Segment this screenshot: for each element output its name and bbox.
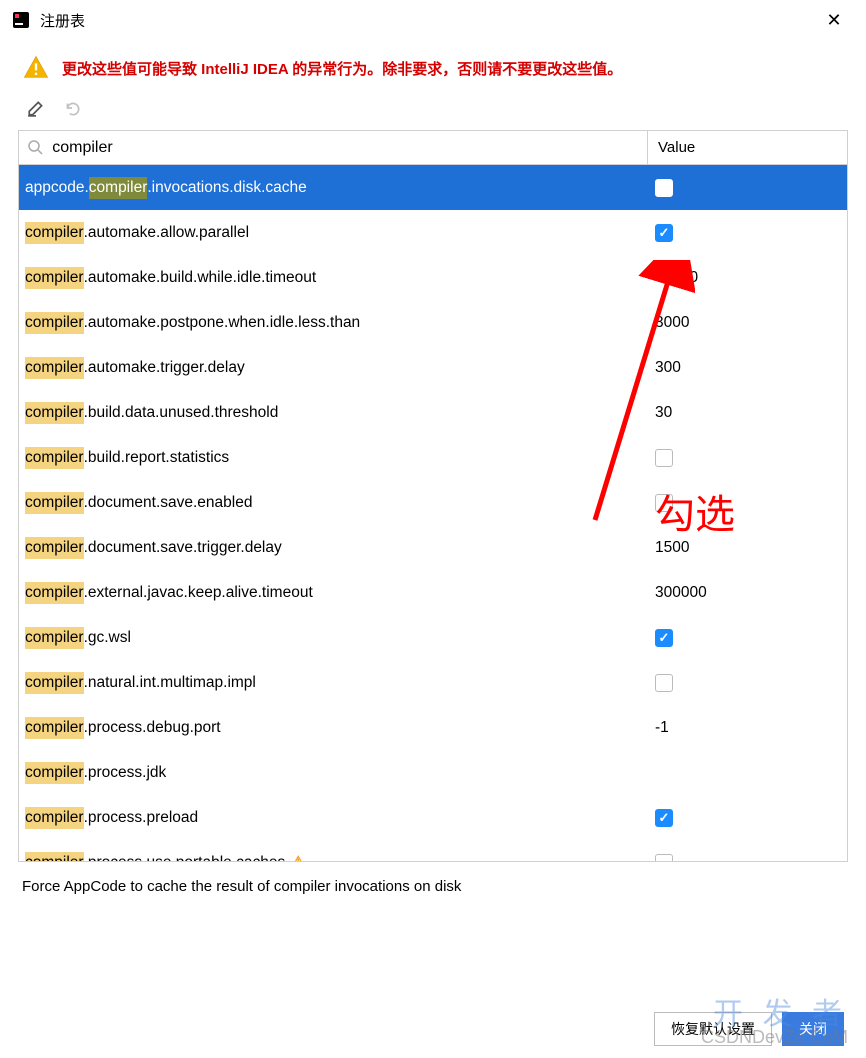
close-button[interactable]: 关闭: [782, 1012, 844, 1046]
key-cell: compiler.build.report.statistics: [25, 447, 651, 469]
match-highlight: compiler: [25, 717, 84, 739]
match-highlight: compiler: [25, 222, 84, 244]
table-row[interactable]: compiler.process.jdk: [19, 750, 847, 795]
checkbox[interactable]: [655, 179, 673, 197]
titlebar: 注册表 ✕: [0, 0, 866, 40]
key-cell: compiler.build.data.unused.threshold: [25, 402, 651, 424]
value-cell[interactable]: -1: [651, 719, 841, 737]
table-row[interactable]: compiler.automake.allow.parallel: [19, 210, 847, 255]
table-row[interactable]: compiler.gc.wsl: [19, 615, 847, 660]
match-highlight: compiler: [25, 402, 84, 424]
key-cell: compiler.process.debug.port: [25, 717, 651, 739]
warning-icon: [22, 54, 50, 82]
table-row[interactable]: compiler.natural.int.multimap.impl: [19, 660, 847, 705]
key-cell: compiler.document.save.trigger.delay: [25, 537, 651, 559]
window-close-button[interactable]: ✕: [814, 5, 854, 35]
table-header: Value: [19, 131, 847, 165]
key-cell: compiler.external.javac.keep.alive.timeo…: [25, 582, 651, 604]
match-highlight: compiler: [25, 357, 84, 379]
key-cell: compiler.gc.wsl: [25, 627, 651, 649]
warning-marker-icon: ⚠: [291, 853, 305, 861]
value-cell[interactable]: [651, 674, 841, 692]
key-cell: appcode.compiler.invocations.disk.cache: [25, 177, 651, 199]
match-highlight: compiler: [25, 312, 84, 334]
checkbox[interactable]: [655, 674, 673, 692]
table-row[interactable]: compiler.build.report.statistics: [19, 435, 847, 480]
table-body[interactable]: appcode.compiler.invocations.disk.cachec…: [19, 165, 847, 861]
undo-button: [60, 96, 84, 120]
table-row[interactable]: compiler.build.data.unused.threshold30: [19, 390, 847, 435]
footer: 恢复默认设置 关闭: [654, 1012, 844, 1046]
table-row[interactable]: compiler.process.use.portable.caches⚠: [19, 840, 847, 861]
toolbar: [0, 92, 866, 130]
checkbox[interactable]: [655, 629, 673, 647]
key-cell: compiler.automake.allow.parallel: [25, 222, 651, 244]
key-cell: compiler.process.use.portable.caches⚠: [25, 852, 651, 862]
match-highlight: compiler: [25, 807, 84, 829]
value-cell[interactable]: [651, 224, 841, 242]
key-cell: compiler.automake.build.while.idle.timeo…: [25, 267, 651, 289]
key-cell: compiler.process.jdk: [25, 762, 651, 784]
match-highlight: compiler: [25, 582, 84, 604]
restore-defaults-button[interactable]: 恢复默认设置: [654, 1012, 772, 1046]
value-cell[interactable]: [651, 179, 841, 197]
match-highlight: compiler: [25, 492, 84, 514]
checkbox[interactable]: [655, 809, 673, 827]
key-cell: compiler.automake.postpone.when.idle.les…: [25, 312, 651, 334]
table-row[interactable]: compiler.automake.trigger.delay300: [19, 345, 847, 390]
checkbox[interactable]: [655, 224, 673, 242]
registry-table: Value appcode.compiler.invocations.disk.…: [18, 130, 848, 862]
search-cell: [19, 131, 647, 164]
match-highlight: compiler: [25, 267, 84, 289]
value-cell[interactable]: 300: [651, 359, 841, 377]
value-cell[interactable]: [651, 854, 841, 862]
checkbox[interactable]: [655, 449, 673, 467]
close-icon: ✕: [826, 10, 841, 31]
warning-text: 更改这些值可能导致 IntelliJ IDEA 的异常行为。除非要求，否则请不要…: [62, 58, 622, 79]
value-cell[interactable]: 1500: [651, 539, 841, 557]
table-row[interactable]: compiler.document.save.enabled: [19, 480, 847, 525]
description-text: Force AppCode to cache the result of com…: [0, 862, 866, 911]
value-cell[interactable]: [651, 629, 841, 647]
match-highlight: compiler: [25, 537, 84, 559]
table-row[interactable]: compiler.automake.build.while.idle.timeo…: [19, 255, 847, 300]
table-row[interactable]: compiler.document.save.trigger.delay1500: [19, 525, 847, 570]
match-highlight: compiler: [25, 627, 84, 649]
value-cell[interactable]: [651, 449, 841, 467]
edit-button[interactable]: [24, 96, 48, 120]
table-row[interactable]: appcode.compiler.invocations.disk.cache: [19, 165, 847, 210]
checkbox[interactable]: [655, 854, 673, 862]
key-cell: compiler.process.preload: [25, 807, 651, 829]
window-title: 注册表: [40, 10, 85, 31]
value-cell[interactable]: 30: [651, 404, 841, 422]
key-cell: compiler.automake.trigger.delay: [25, 357, 651, 379]
match-highlight: compiler: [25, 447, 84, 469]
key-cell: compiler.document.save.enabled: [25, 492, 651, 514]
table-row[interactable]: compiler.automake.postpone.when.idle.les…: [19, 300, 847, 345]
search-input[interactable]: [52, 139, 639, 157]
value-cell[interactable]: 300000: [651, 584, 841, 602]
search-icon: [27, 139, 44, 157]
match-highlight: compiler: [25, 672, 84, 694]
value-column-header: Value: [647, 131, 847, 164]
warning-banner: 更改这些值可能导致 IntelliJ IDEA 的异常行为。除非要求，否则请不要…: [0, 40, 866, 92]
app-icon: [12, 11, 30, 29]
match-highlight: compiler: [89, 177, 148, 199]
key-cell: compiler.natural.int.multimap.impl: [25, 672, 651, 694]
value-cell[interactable]: [651, 809, 841, 827]
value-cell[interactable]: 3000: [651, 314, 841, 332]
table-row[interactable]: compiler.process.debug.port-1: [19, 705, 847, 750]
match-highlight: compiler: [25, 762, 84, 784]
value-cell[interactable]: [651, 494, 841, 512]
checkbox[interactable]: [655, 494, 673, 512]
value-cell[interactable]: 60000: [651, 269, 841, 287]
table-row[interactable]: compiler.external.javac.keep.alive.timeo…: [19, 570, 847, 615]
table-row[interactable]: compiler.process.preload: [19, 795, 847, 840]
match-highlight: compiler: [25, 852, 84, 862]
